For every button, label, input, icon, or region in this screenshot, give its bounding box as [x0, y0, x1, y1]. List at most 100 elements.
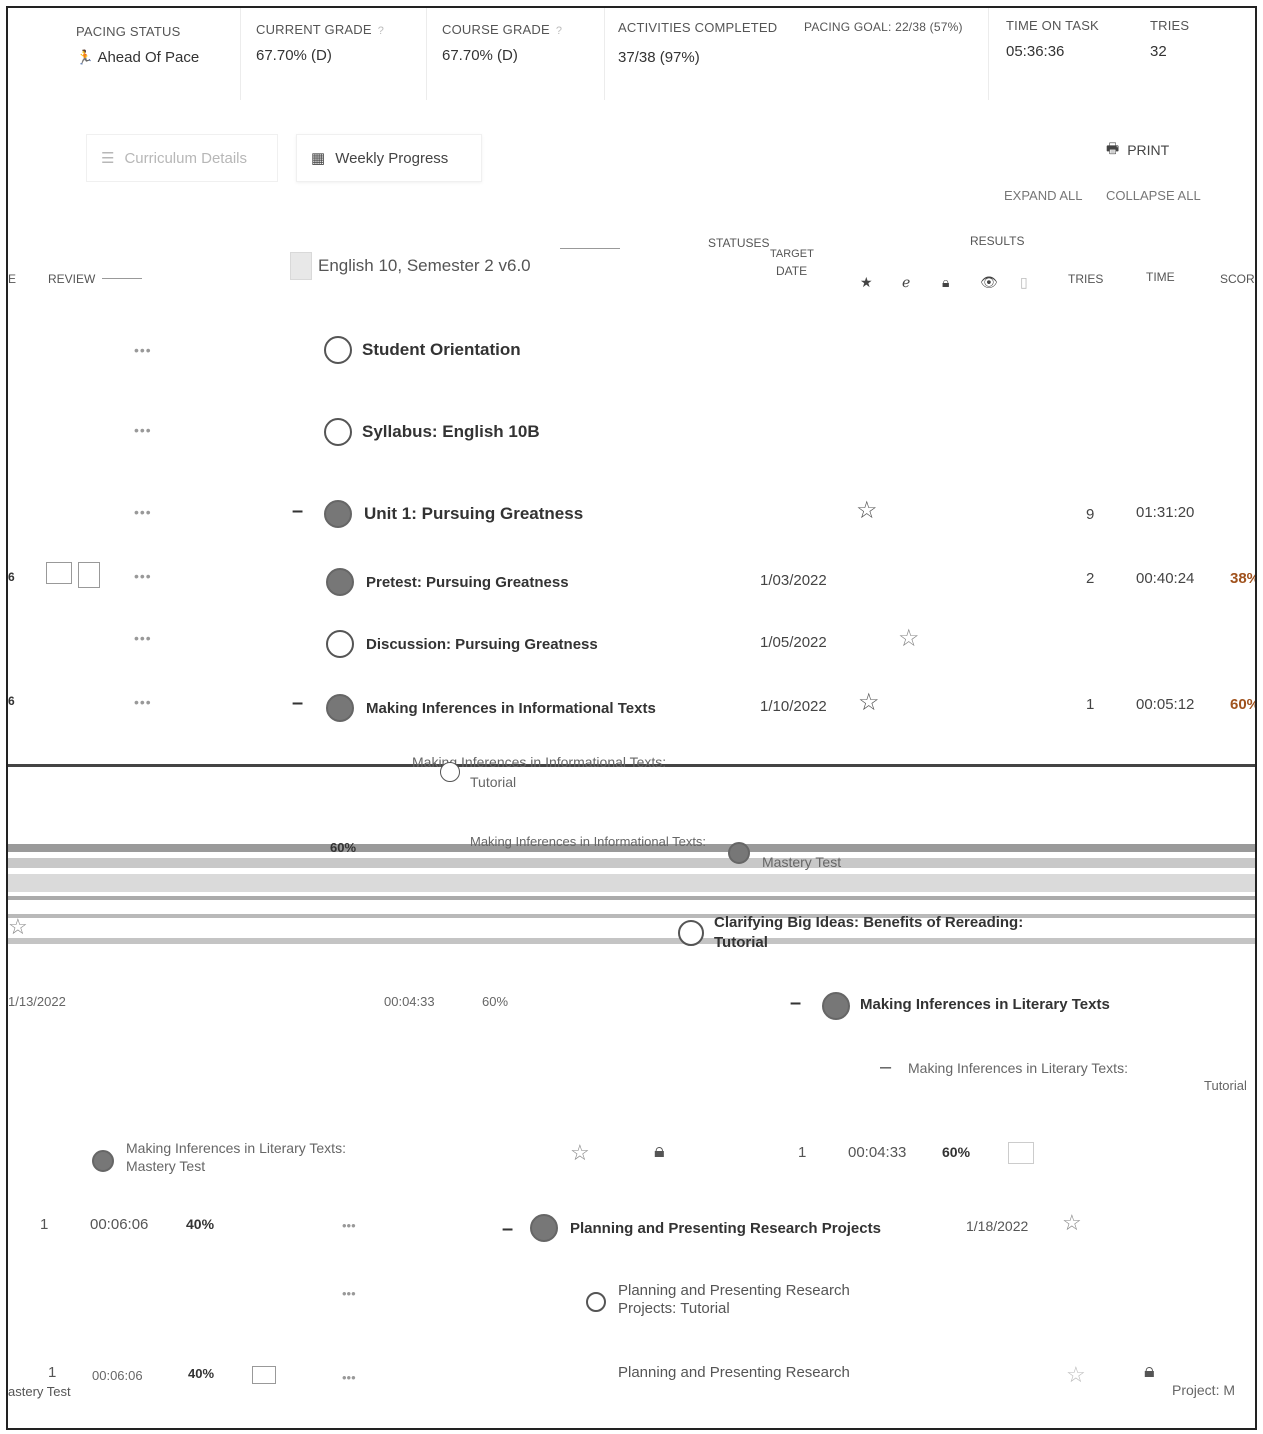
collapse-toggle[interactable]: – — [880, 1056, 891, 1079]
status-circle-icon — [678, 920, 704, 946]
review-screen-icon[interactable] — [46, 562, 72, 584]
review-screen-icon[interactable] — [252, 1366, 276, 1384]
column-header-target: TARGET — [770, 248, 814, 260]
tries-value: 1 — [1086, 696, 1095, 713]
activity-title[interactable]: Planning and Presenting Research Project… — [570, 1220, 881, 1237]
activity-subtitle-glitched: Tutorial — [470, 774, 517, 790]
current-grade-stat: CURRENT GRADE? 67.70% (D) — [256, 22, 384, 64]
score-value: 60% — [330, 840, 357, 855]
column-header-tries: TRIES — [1068, 272, 1104, 286]
column-header-date: DATE — [776, 264, 808, 278]
activity-title[interactable]: Making Inferences in Literary Texts: — [126, 1140, 346, 1156]
header-rule — [102, 278, 142, 279]
activity-title[interactable]: Making Inferences in Literary Texts — [860, 996, 1110, 1013]
more-actions-button[interactable]: ••• — [134, 694, 152, 710]
target-date: 1/03/2022 — [760, 572, 827, 589]
file-icon: ▯ — [1020, 274, 1028, 290]
pacing-status-value: Ahead Of Pace — [97, 49, 200, 66]
print-button[interactable]: 🖶 PRINT — [1106, 138, 1169, 162]
status-circle-icon — [326, 630, 354, 658]
list-item[interactable]: ••• Discussion: Pursuing Greatness 1/05/… — [8, 620, 1255, 660]
activity-subtitle: Mastery Test — [126, 1158, 206, 1174]
status-circle-icon — [530, 1214, 558, 1242]
lock-icon: 🔒︎ — [654, 1140, 665, 1162]
course-progress-page: PACING STATUS 🏃 Ahead Of Pace CURRENT GRA… — [6, 6, 1257, 1430]
review-screen-icon[interactable] — [1008, 1142, 1034, 1164]
star-outline-icon: ☆ — [856, 497, 878, 524]
collapse-toggle[interactable]: – — [292, 500, 303, 523]
tab-curriculum-details[interactable]: ☰ Curriculum Details — [86, 134, 278, 182]
time-on-task-stat: TIME ON TASK 05:36:36 — [1006, 18, 1099, 60]
activity-title[interactable]: Making Inferences in Informational Texts — [366, 700, 656, 717]
more-actions-button[interactable]: ••• — [342, 1370, 356, 1385]
time-value: 00:05:12 — [1136, 696, 1195, 713]
help-icon[interactable]: ? — [378, 25, 384, 37]
course-grade-stat: COURSE GRADE? 67.70% (D) — [442, 22, 562, 64]
time-value: 00:04:33 — [384, 994, 435, 1009]
time-value: 00:06:06 — [90, 1216, 149, 1233]
help-icon[interactable]: ? — [556, 25, 562, 37]
activity-title[interactable]: Student Orientation — [362, 340, 521, 360]
current-grade-label: CURRENT GRADE — [256, 22, 372, 37]
clipped-score-fragment: 6 — [8, 570, 15, 584]
column-header-score: SCOR — [1220, 272, 1255, 286]
list-item[interactable]: ••• – Unit 1: Pursuing Greatness ☆ 9 01:… — [8, 494, 1255, 534]
lock-icon: 🔒︎ — [1144, 1360, 1155, 1382]
collapse-toggle[interactable]: – — [292, 692, 303, 715]
score-value: 60% — [482, 994, 509, 1009]
edge-icon: ℯ — [902, 274, 911, 290]
list-item[interactable]: 6 ••• Pretest: Pursuing Greatness 1/03/2… — [8, 558, 1255, 598]
pacing-goal-stat: PACING GOAL: 22/38 (57%) — [804, 20, 963, 34]
collapse-toggle[interactable]: – — [502, 1218, 513, 1241]
activity-subtitle: Tutorial — [714, 934, 768, 951]
more-actions-button[interactable]: ••• — [134, 568, 152, 584]
more-actions-button[interactable]: ••• — [134, 630, 152, 646]
list-item[interactable]: ••• Syllabus: English 10B — [8, 412, 1255, 452]
column-header-results: RESULTS — [970, 234, 1025, 248]
activity-title[interactable]: Pretest: Pursuing Greatness — [366, 574, 569, 591]
column-header-statuses: STATUSES — [708, 236, 770, 250]
more-actions-button[interactable]: ••• — [134, 504, 152, 520]
tries-stat: TRIES 32 — [1150, 18, 1189, 60]
more-actions-button[interactable]: ••• — [134, 342, 152, 358]
star-outline-icon: ☆ — [1062, 1210, 1082, 1235]
running-figure-icon: 🏃 — [76, 49, 94, 65]
activity-title[interactable]: Discussion: Pursuing Greatness — [366, 636, 598, 653]
list-item[interactable]: 6 ••• – Making Inferences in Information… — [8, 684, 1255, 724]
more-actions-button[interactable]: ••• — [134, 422, 152, 438]
expand-all-button[interactable]: EXPAND ALL — [1004, 188, 1083, 203]
collapse-toggle[interactable]: – — [790, 992, 801, 1015]
activity-title[interactable]: Clarifying Big Ideas: Benefits of Reread… — [714, 914, 1023, 931]
more-actions-button[interactable]: ••• — [342, 1286, 356, 1301]
activity-title-glitched: Making Inferences in Literary Texts: — [908, 1060, 1128, 1076]
score-value: 60% — [942, 1144, 971, 1160]
divider — [988, 8, 989, 100]
document-icon — [290, 252, 312, 280]
render-glitch-band — [8, 914, 1255, 918]
collapse-all-button[interactable]: COLLAPSE ALL — [1106, 188, 1201, 203]
tab-label: Weekly Progress — [335, 149, 449, 167]
status-circle-icon — [324, 336, 352, 364]
list-icon: ☰ — [101, 150, 115, 167]
column-header-review: REVIEW — [48, 272, 96, 286]
status-circle-icon — [326, 694, 354, 722]
activity-title[interactable]: Planning and Presenting Research — [618, 1364, 850, 1381]
time-value: 00:06:06 — [92, 1368, 143, 1383]
course-title-text: English 10, Semester 2 v6.0 — [318, 256, 531, 275]
score-value: 38% — [1230, 570, 1255, 587]
list-item[interactable]: ••• Student Orientation — [8, 332, 1255, 372]
more-actions-button[interactable]: ••• — [342, 1218, 356, 1233]
activity-subtitle: Projects: Tutorial — [618, 1300, 730, 1317]
activity-title[interactable]: Unit 1: Pursuing Greatness — [364, 504, 583, 524]
activity-title[interactable]: Syllabus: English 10B — [362, 422, 540, 442]
course-grade-value: 67.70% (D) — [442, 47, 518, 64]
download-doc-icon[interactable] — [78, 562, 100, 588]
activity-title[interactable]: Planning and Presenting Research — [618, 1282, 850, 1299]
status-circle-icon — [586, 1292, 606, 1312]
score-value: 40% — [188, 1366, 215, 1381]
time-on-task-label: TIME ON TASK — [1006, 18, 1099, 33]
target-date: 1/10/2022 — [760, 698, 827, 715]
status-circle-icon — [92, 1150, 114, 1172]
printer-icon: 🖶 — [1106, 140, 1120, 156]
tab-weekly-progress[interactable]: ▦ Weekly Progress — [296, 134, 482, 182]
